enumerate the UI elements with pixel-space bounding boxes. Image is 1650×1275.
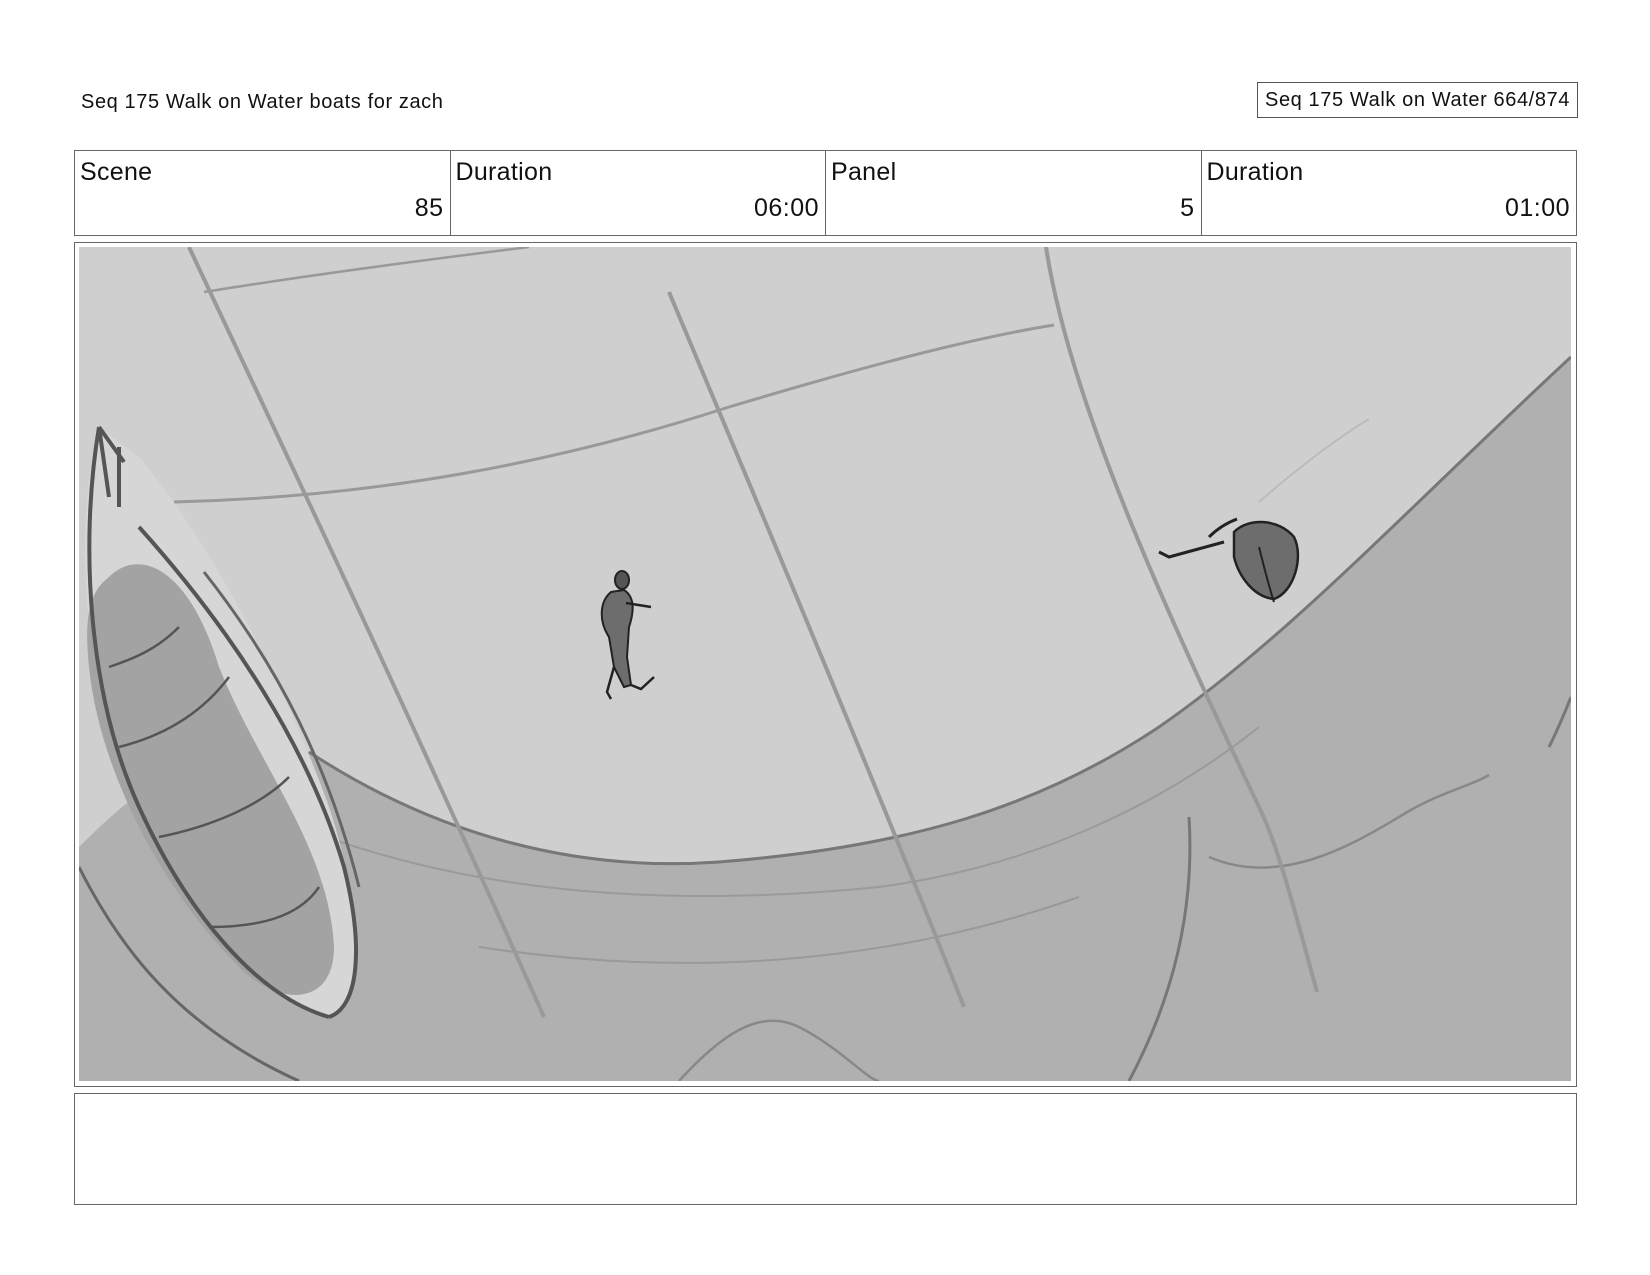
panel-duration-label: Duration — [1206, 158, 1304, 186]
storyboard-sketch — [79, 247, 1571, 1081]
panel-duration-value: 01:00 — [1504, 194, 1570, 222]
storyboard-panel-frame — [74, 242, 1577, 1087]
notes-box — [74, 1093, 1577, 1205]
scene-value: 85 — [414, 194, 444, 222]
scene-duration-cell: Duration 06:00 — [451, 151, 826, 235]
sketch-drawing — [79, 247, 1571, 1081]
panel-value: 5 — [1180, 194, 1195, 222]
panel-label: Panel — [831, 158, 897, 186]
scene-label: Scene — [80, 158, 153, 186]
scene-duration-value: 06:00 — [753, 194, 819, 222]
panel-duration-cell: Duration 01:00 — [1202, 151, 1577, 235]
scene-cell: Scene 85 — [75, 151, 451, 235]
panel-cell: Panel 5 — [826, 151, 1202, 235]
sequence-title: Seq 175 Walk on Water boats for zach — [81, 91, 444, 113]
page-counter: Seq 175 Walk on Water 664/874 — [1257, 82, 1578, 118]
panel-info-row: Scene 85 Duration 06:00 Panel 5 Duration… — [74, 150, 1577, 236]
scene-duration-label: Duration — [455, 158, 553, 186]
